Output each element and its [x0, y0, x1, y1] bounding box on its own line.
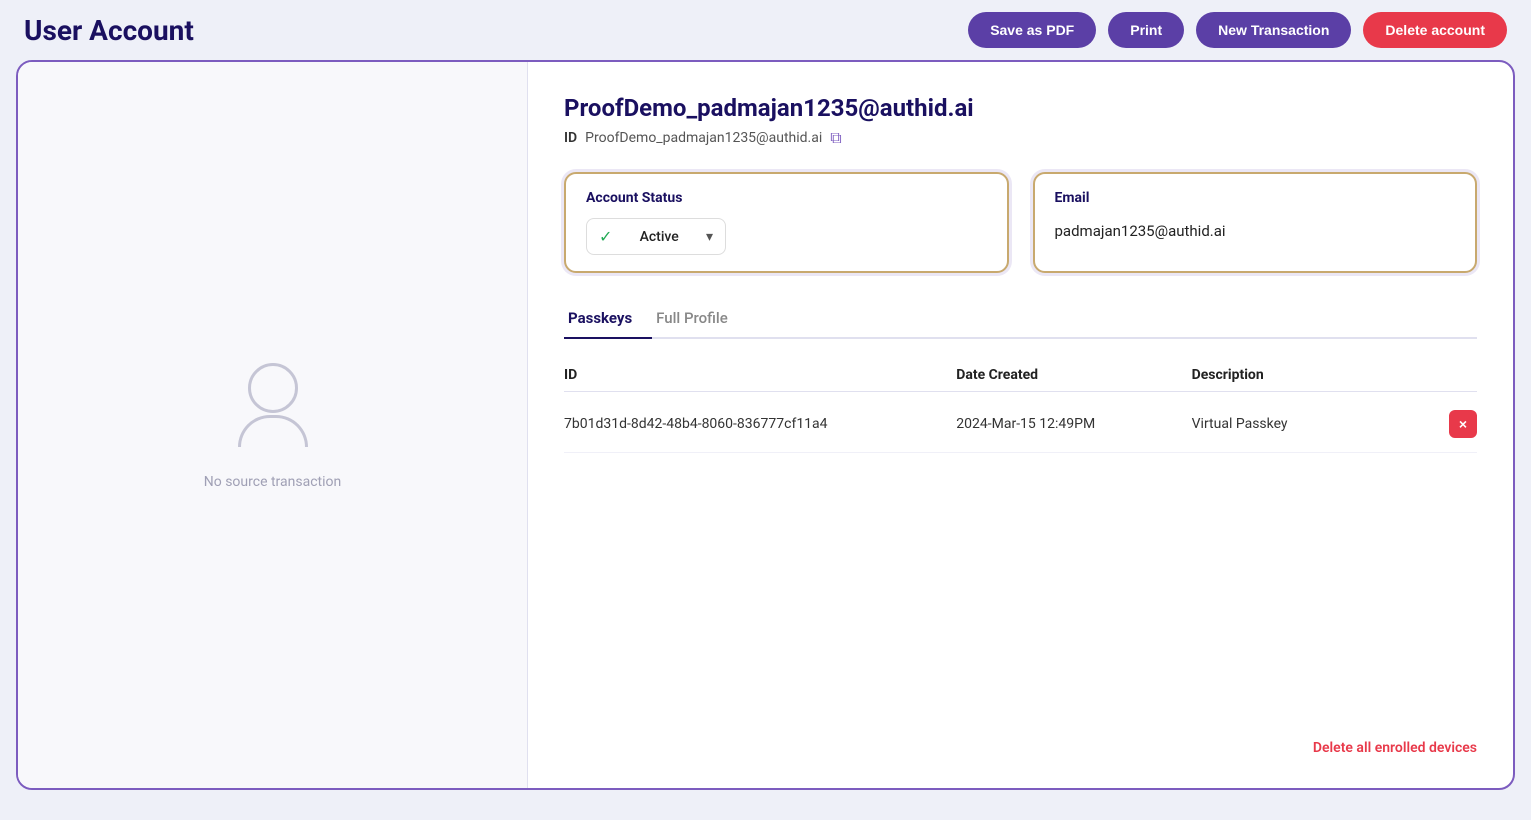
print-button[interactable]: Print [1108, 12, 1184, 48]
header: User Account Save as PDF Print New Trans… [0, 0, 1531, 60]
user-id-label: ID [564, 130, 577, 146]
passkey-id: 7b01d31d-8d42-48b4-8060-836777cf11a4 [564, 416, 956, 432]
table-header: ID Date Created Description [564, 359, 1477, 392]
left-panel: No source transaction [18, 62, 528, 788]
copy-icon[interactable]: ⧉ [830, 128, 841, 148]
avatar-body [238, 415, 308, 447]
avatar-circle [248, 363, 298, 413]
header-actions: Save as PDF Print New Transaction Delete… [968, 12, 1507, 48]
status-active-label: Active [640, 229, 679, 245]
delete-account-button[interactable]: Delete account [1363, 12, 1507, 48]
status-dropdown[interactable]: ✓ Active ▾ [586, 218, 726, 255]
account-status-card: Account Status ✓ Active ▾ [564, 172, 1009, 273]
account-status-title: Account Status [586, 190, 987, 206]
chevron-down-icon: ▾ [706, 229, 713, 245]
no-source-label: No source transaction [204, 474, 341, 490]
passkey-description: Virtual Passkey [1192, 416, 1427, 432]
page-title: User Account [24, 14, 194, 47]
tab-passkeys[interactable]: Passkeys [564, 301, 652, 339]
user-id-row: ID ProofDemo_padmajan1235@authid.ai ⧉ [564, 128, 1477, 148]
main-card: No source transaction ProofDemo_padmajan… [16, 60, 1515, 790]
save-as-pdf-button[interactable]: Save as PDF [968, 12, 1096, 48]
passkey-action: × [1427, 410, 1477, 438]
delete-all-devices-link[interactable]: Delete all enrolled devices [1313, 740, 1477, 756]
email-card-title: Email [1055, 190, 1456, 206]
passkey-date: 2024-Mar-15 12:49PM [956, 416, 1191, 432]
info-cards-row: Account Status ✓ Active ▾ Email padmajan… [564, 172, 1477, 273]
tabs-row: Passkeys Full Profile [564, 301, 1477, 339]
right-panel: ProofDemo_padmajan1235@authid.ai ID Proo… [528, 62, 1513, 788]
col-header-date: Date Created [956, 367, 1191, 383]
email-card: Email padmajan1235@authid.ai [1033, 172, 1478, 273]
email-card-value: padmajan1235@authid.ai [1055, 218, 1456, 240]
col-header-id: ID [564, 367, 956, 383]
new-transaction-button[interactable]: New Transaction [1196, 12, 1351, 48]
active-check-icon: ✓ [599, 227, 612, 246]
col-header-action [1427, 367, 1477, 383]
table-row: 7b01d31d-8d42-48b4-8060-836777cf11a4 202… [564, 396, 1477, 453]
col-header-description: Description [1192, 367, 1427, 383]
bottom-actions: Delete all enrolled devices [564, 724, 1477, 756]
delete-passkey-button[interactable]: × [1449, 410, 1477, 438]
tab-full-profile[interactable]: Full Profile [652, 301, 748, 339]
avatar [228, 360, 318, 450]
user-id-value: ProofDemo_padmajan1235@authid.ai [585, 130, 822, 146]
user-email-title: ProofDemo_padmajan1235@authid.ai [564, 94, 1477, 122]
